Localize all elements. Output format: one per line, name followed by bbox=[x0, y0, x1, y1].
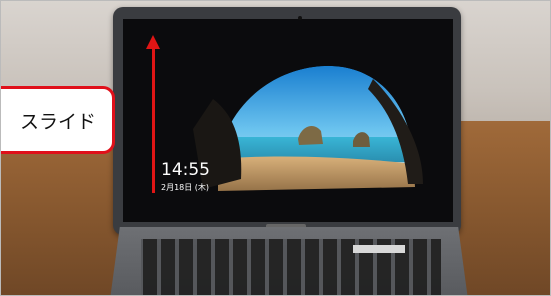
webcam bbox=[298, 16, 302, 20]
slide-callout: スライド bbox=[1, 86, 115, 154]
slide-callout-label: スライド bbox=[19, 110, 96, 133]
photo: 14:55 2月18日 (木) スライド bbox=[0, 0, 551, 296]
swipe-up-arrow-icon bbox=[146, 35, 160, 49]
lockscreen-clock: 14:55 2月18日 (木) bbox=[161, 161, 210, 193]
lockscreen-time: 14:55 bbox=[161, 160, 210, 180]
lockscreen-date: 2月18日 (木) bbox=[161, 183, 210, 192]
keyboard-sticker bbox=[353, 245, 405, 253]
swipe-up-arrow-shaft bbox=[152, 47, 155, 193]
